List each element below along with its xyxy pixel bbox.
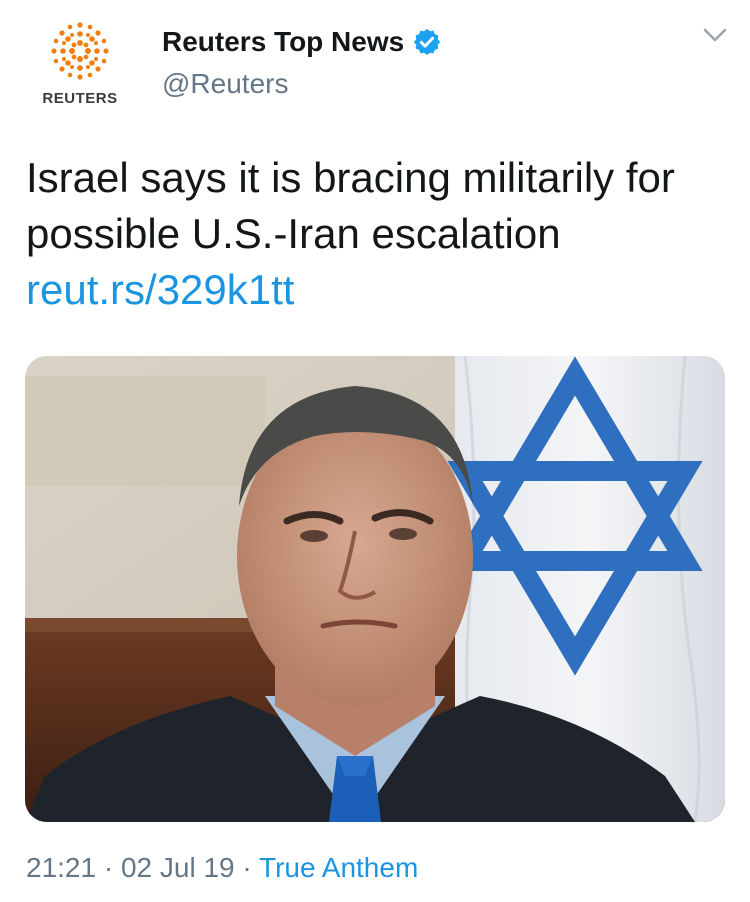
user-handle[interactable]: @Reuters (162, 68, 288, 100)
tweet-metadata: 21:21 · 02 Jul 19 · True Anthem (26, 852, 418, 884)
chevron-down-icon[interactable] (702, 26, 728, 44)
separator-dot: · (234, 852, 259, 883)
reuters-logo-icon (51, 22, 109, 80)
separator-dot: · (96, 852, 121, 883)
tweet-photo[interactable] (25, 356, 725, 822)
tweet-body: Israel says it is bracing militarily for… (26, 150, 726, 318)
tweet-date[interactable]: 02 Jul 19 (121, 852, 235, 883)
tweet-source[interactable]: True Anthem (259, 852, 418, 883)
photo-illustration (25, 356, 725, 822)
tweet-link[interactable]: reut.rs/329k1tt (26, 262, 726, 318)
logo-wordmark: REUTERS (42, 90, 118, 107)
author-name-row[interactable]: Reuters Top News (162, 26, 442, 58)
display-name[interactable]: Reuters Top News (162, 26, 404, 58)
tweet-time[interactable]: 21:21 (26, 852, 96, 883)
tweet-text: Israel says it is bracing militarily for… (26, 154, 675, 257)
avatar[interactable]: REUTERS (30, 16, 130, 107)
verified-badge-icon (414, 28, 441, 56)
